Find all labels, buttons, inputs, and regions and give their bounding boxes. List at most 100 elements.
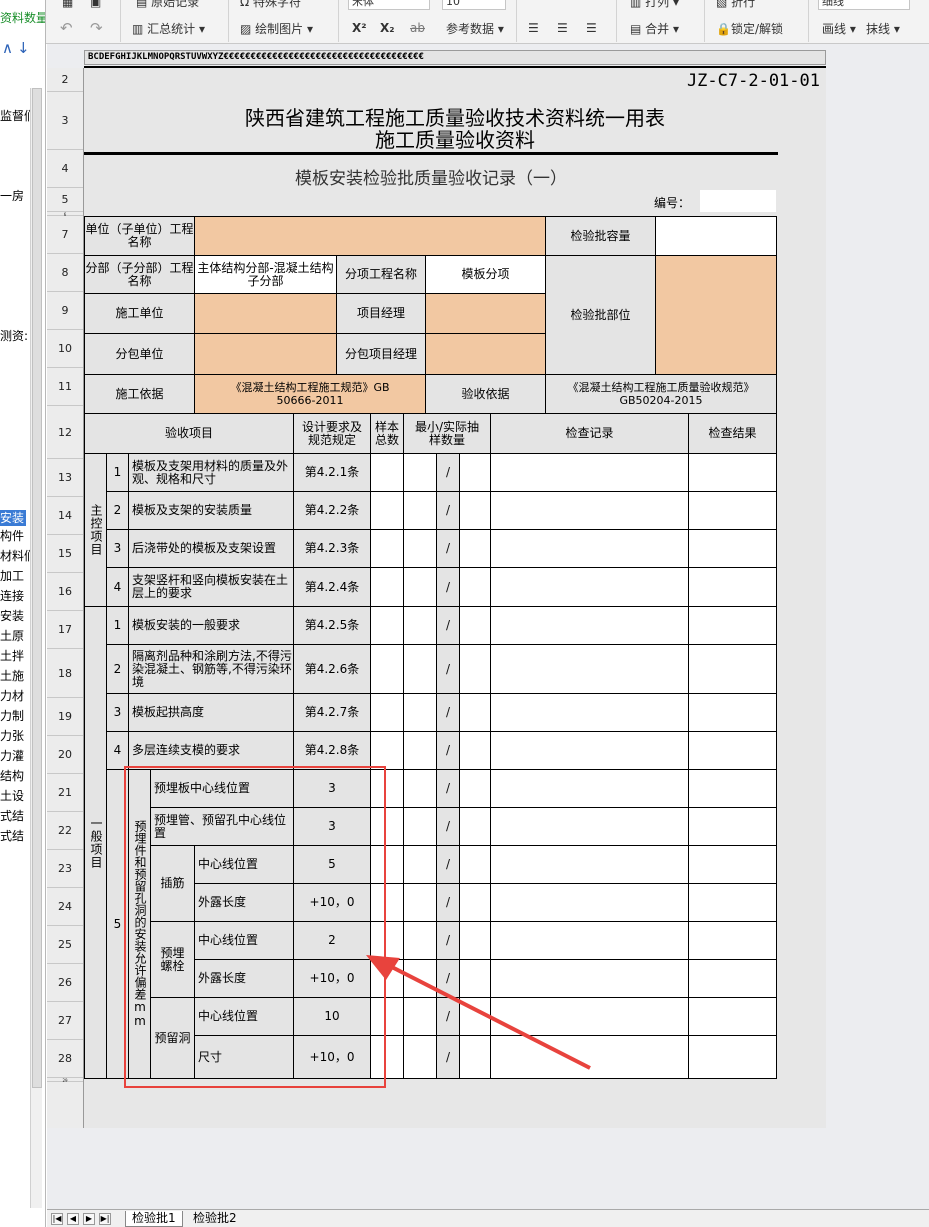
record-cell[interactable] xyxy=(490,1035,689,1079)
sample-cell[interactable] xyxy=(370,693,404,732)
row-number[interactable]: 5 xyxy=(47,188,83,212)
location-input[interactable] xyxy=(655,255,777,375)
subscript-button[interactable]: X₂ xyxy=(380,20,395,36)
line-style-select[interactable]: 细线 xyxy=(818,0,910,10)
sample-cell[interactable] xyxy=(370,644,404,694)
row-number[interactable]: 2 xyxy=(47,68,83,92)
record-cell[interactable] xyxy=(490,644,689,694)
actual-cell[interactable] xyxy=(459,883,491,922)
sample-cell[interactable] xyxy=(370,606,404,645)
row-number[interactable]: 3 xyxy=(47,92,83,150)
redo-icon[interactable]: ↷ xyxy=(90,20,103,36)
tree-item[interactable]: 一房 xyxy=(0,188,24,204)
tree-item[interactable]: 力制 xyxy=(0,708,24,724)
actual-cell[interactable] xyxy=(459,807,491,846)
tree-item[interactable]: 测资: xyxy=(0,328,28,344)
result-cell[interactable] xyxy=(688,807,777,846)
minimum-cell[interactable] xyxy=(403,693,437,732)
erase-line-button[interactable]: 抹线 ▾ xyxy=(866,21,900,37)
serial-number-input[interactable] xyxy=(700,190,776,212)
division-value[interactable]: 主体结构分部-混凝土结构子分部 xyxy=(194,255,337,294)
result-cell[interactable] xyxy=(688,921,777,960)
sample-cell[interactable] xyxy=(370,529,404,568)
row-number[interactable]: 27 xyxy=(47,1002,83,1040)
align-left-icon[interactable]: ☰ xyxy=(528,20,539,36)
minimum-cell[interactable] xyxy=(403,1035,437,1079)
minimum-cell[interactable] xyxy=(403,606,437,645)
minimum-cell[interactable] xyxy=(403,644,437,694)
record-cell[interactable] xyxy=(490,491,689,530)
result-cell[interactable] xyxy=(688,769,777,808)
actual-cell[interactable] xyxy=(459,769,491,808)
result-cell[interactable] xyxy=(688,997,777,1036)
record-cell[interactable] xyxy=(490,606,689,645)
record-cell[interactable] xyxy=(490,845,689,884)
row-number[interactable]: 24 xyxy=(47,888,83,926)
record-cell[interactable] xyxy=(490,997,689,1036)
tree-item[interactable]: 土原 xyxy=(0,628,24,644)
row-number[interactable]: 19 xyxy=(47,698,83,736)
result-cell[interactable] xyxy=(688,606,777,645)
record-cell[interactable] xyxy=(490,731,689,770)
record-cell[interactable] xyxy=(490,567,689,607)
sample-cell[interactable] xyxy=(370,731,404,770)
draw-image-button[interactable]: ▨ 绘制图片 ▾ xyxy=(240,21,313,37)
row-number[interactable]: 15 xyxy=(47,535,83,573)
record-cell[interactable] xyxy=(490,453,689,492)
row-number[interactable]: 13 xyxy=(47,459,83,497)
actual-cell[interactable] xyxy=(459,529,491,568)
tree-item[interactable]: 力灌 xyxy=(0,748,24,764)
minimum-cell[interactable] xyxy=(403,529,437,568)
row-number[interactable]: 17 xyxy=(47,611,83,649)
row-number[interactable]: 7 xyxy=(47,216,83,254)
undo-icon[interactable]: ↶ xyxy=(60,20,73,36)
actual-cell[interactable] xyxy=(459,731,491,770)
sub-pm-input[interactable] xyxy=(425,333,546,375)
scrollbar-thumb[interactable] xyxy=(32,88,42,1088)
tree-item[interactable]: 连接 xyxy=(0,588,24,604)
row-number[interactable]: 9 xyxy=(47,292,83,330)
tree-item[interactable]: 加工 xyxy=(0,568,24,584)
sample-cell[interactable] xyxy=(370,491,404,530)
minimum-cell[interactable] xyxy=(403,921,437,960)
row-number[interactable]: 22 xyxy=(47,812,83,850)
prev-sheet-icon[interactable]: ◀ xyxy=(67,1213,79,1225)
contractor-input[interactable] xyxy=(194,293,337,334)
row-number[interactable]: 10 xyxy=(47,330,83,368)
lock-button[interactable]: 🔒锁定/解锁 xyxy=(716,21,783,37)
superscript-button[interactable]: X² xyxy=(352,20,367,36)
tree-item[interactable]: 土设 xyxy=(0,788,24,804)
result-cell[interactable] xyxy=(688,491,777,530)
tree-item[interactable]: 土拌 xyxy=(0,648,24,664)
minimum-cell[interactable] xyxy=(403,845,437,884)
tree-item[interactable]: 力张 xyxy=(0,728,24,744)
actual-cell[interactable] xyxy=(459,959,491,998)
tree-item[interactable]: 土施 xyxy=(0,668,24,684)
row-number[interactable]: 26 xyxy=(47,964,83,1002)
tree-item[interactable]: 构件 xyxy=(0,528,24,544)
row-number[interactable]: 20 xyxy=(47,736,83,774)
actual-cell[interactable] xyxy=(459,693,491,732)
record-cell[interactable] xyxy=(490,769,689,808)
record-cell[interactable] xyxy=(490,921,689,960)
actual-cell[interactable] xyxy=(459,921,491,960)
align-right-icon[interactable]: ☰ xyxy=(586,20,597,36)
minimum-cell[interactable] xyxy=(403,491,437,530)
result-cell[interactable] xyxy=(688,1035,777,1079)
row-number[interactable]: 16 xyxy=(47,573,83,611)
minimum-cell[interactable] xyxy=(403,883,437,922)
row-number[interactable]: 25 xyxy=(47,926,83,964)
row-number[interactable]: 23 xyxy=(47,850,83,888)
down-arrow-icon[interactable]: ↓ xyxy=(17,40,30,56)
tree-item[interactable]: 安装 xyxy=(0,608,24,624)
first-sheet-icon[interactable]: |◀ xyxy=(51,1213,63,1225)
pm-input[interactable] xyxy=(425,293,546,334)
paste-icon[interactable]: ▣ xyxy=(90,0,101,10)
row-number[interactable]: 12 xyxy=(47,406,83,459)
row-number[interactable]: 8 xyxy=(47,254,83,292)
result-cell[interactable] xyxy=(688,883,777,922)
actual-cell[interactable] xyxy=(459,997,491,1036)
result-cell[interactable] xyxy=(688,845,777,884)
merge-button[interactable]: ▤ 合并 ▾ xyxy=(630,21,679,37)
record-cell[interactable] xyxy=(490,529,689,568)
